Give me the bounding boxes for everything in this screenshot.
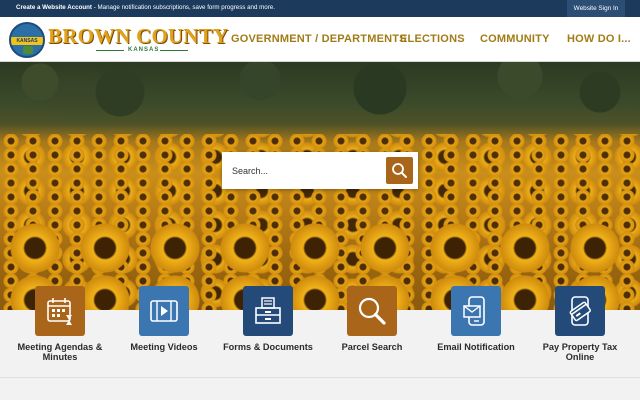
quick-link-icon-tile xyxy=(555,286,605,336)
search-icon xyxy=(392,163,407,178)
nav-government-departments[interactable]: GOVERNMENT / DEPARTMENTS xyxy=(231,33,407,45)
calendar-icon xyxy=(47,298,72,325)
site-header: KANSAS BROWN COUNTY KANSAS GOVERNMENT / … xyxy=(0,17,640,62)
seal-landscape xyxy=(23,46,33,54)
subtitle-line-right xyxy=(160,50,188,51)
quick-link-label: Parcel Search xyxy=(341,342,403,352)
quick-link-meeting-agendas[interactable]: Meeting Agendas & Minutes xyxy=(10,286,110,366)
nav-how-do-i[interactable]: HOW DO I... xyxy=(567,33,631,45)
quick-link-icon-tile xyxy=(139,286,189,336)
quick-link-label: Email Notification xyxy=(437,342,515,352)
site-search xyxy=(222,152,418,189)
search-button[interactable] xyxy=(386,157,413,184)
nav-elections[interactable]: ELECTIONS xyxy=(400,33,465,45)
quick-link-label: Meeting Agendas & Minutes xyxy=(17,342,103,362)
quick-link-icon-tile xyxy=(35,286,85,336)
nav-community[interactable]: COMMUNITY xyxy=(480,33,550,45)
county-seal-logo[interactable]: KANSAS xyxy=(9,22,45,58)
quick-link-label: Meeting Videos xyxy=(130,342,198,352)
website-sign-in-button[interactable]: Website Sign In xyxy=(567,0,625,17)
quick-link-label: Forms & Documents xyxy=(223,342,313,352)
quick-link-icon-tile xyxy=(347,286,397,336)
magnifier-icon xyxy=(358,297,386,325)
quick-link-forms-documents[interactable]: Forms & Documents xyxy=(218,286,318,366)
video-icon xyxy=(150,300,178,322)
file-cabinet-icon xyxy=(255,297,281,324)
quick-link-email-notification[interactable]: Email Notification xyxy=(426,286,526,366)
subtitle-state: KANSAS xyxy=(128,47,160,53)
seal-text: KANSAS xyxy=(16,38,38,44)
quick-link-icon-tile xyxy=(451,286,501,336)
payment-card-icon xyxy=(569,296,591,326)
site-title[interactable]: BROWN COUNTY xyxy=(48,25,228,47)
hero-trees xyxy=(0,62,640,134)
site-subtitle: KANSAS xyxy=(96,46,188,54)
quick-link-pay-property-tax[interactable]: Pay Property Tax Online xyxy=(530,286,630,366)
quick-link-meeting-videos[interactable]: Meeting Videos xyxy=(114,286,214,366)
quick-link-parcel-search[interactable]: Parcel Search xyxy=(322,286,422,366)
account-message: Create a Website Account - Manage notifi… xyxy=(16,4,275,11)
quick-link-label: Pay Property Tax Online xyxy=(542,342,618,362)
create-account-link[interactable]: Create a Website Account xyxy=(16,4,92,11)
quick-links-divider xyxy=(0,377,640,378)
subtitle-line-left xyxy=(96,50,124,51)
search-input[interactable] xyxy=(232,162,382,179)
quick-link-icon-tile xyxy=(243,286,293,336)
email-phone-icon xyxy=(463,296,485,326)
account-message-desc: - Manage notification subscriptions, sav… xyxy=(92,4,275,11)
top-utility-bar: Create a Website Account - Manage notifi… xyxy=(0,0,640,17)
